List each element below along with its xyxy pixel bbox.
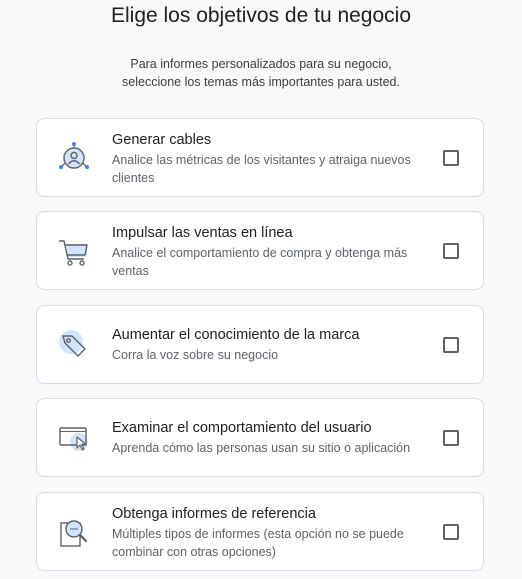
objective-card-generate-leads[interactable]: Generar cables Analice las métricas de l… (36, 118, 484, 197)
objective-checkbox[interactable] (443, 336, 459, 353)
objective-checkbox[interactable] (443, 149, 459, 166)
card-title: Aumentar el conocimiento de la marca (112, 327, 360, 343)
objective-checkbox[interactable] (443, 242, 459, 259)
objective-card-baseline-reports[interactable]: Obtenga informes de referencia Múltiples… (36, 492, 484, 571)
card-description-line-2: clientes (112, 171, 155, 185)
objective-card-user-behavior[interactable]: Examinar el comportamiento del usuario A… (36, 398, 484, 477)
card-description-line-1: Múltiples tipos de informes (esta opción… (112, 527, 404, 541)
screen-cursor-icon (57, 421, 91, 455)
card-description: Analice el comportamiento de compra y ob… (112, 244, 432, 280)
card-description-line-1: Corra la voz sobre su negocio (112, 348, 279, 362)
subtitle-line-1: Para informes personalizados para su neg… (130, 57, 392, 71)
card-title: Impulsar las ventas en línea (112, 225, 293, 241)
card-text: Generar cables Analice las métricas de l… (112, 130, 432, 187)
card-description: Múltiples tipos de informes (esta opción… (112, 525, 432, 561)
card-text: Aumentar el conocimiento de la marca Cor… (112, 325, 432, 364)
card-description: Corra la voz sobre su negocio (112, 346, 432, 364)
card-description-line-1: Analice el comportamiento de compra y ob… (112, 246, 408, 260)
card-description-line-2: ventas (112, 264, 149, 278)
card-text: Impulsar las ventas en línea Analice el … (112, 223, 432, 280)
card-title: Generar cables (112, 132, 212, 148)
shopping-cart-icon (57, 234, 91, 268)
subtitle-line-2: seleccione los temas más importantes par… (122, 75, 400, 89)
card-title: Obtenga informes de referencia (112, 506, 316, 522)
card-text: Obtenga informes de referencia Múltiples… (112, 504, 432, 561)
page-title: Elige los objetivos de tu negocio (110, 4, 412, 27)
card-text: Examinar el comportamiento del usuario A… (112, 418, 432, 457)
report-magnifier-icon (57, 515, 91, 549)
card-description: Analice las métricas de los visitantes y… (112, 151, 432, 187)
page-subtitle: Para informes personalizados para su neg… (60, 55, 462, 91)
card-description: Aprenda cómo las personas usan su sitio … (112, 439, 432, 457)
card-description-line-2: combinar con otras opciones) (112, 545, 276, 559)
objective-checkbox[interactable] (443, 523, 459, 540)
card-title: Examinar el comportamiento del usuario (112, 420, 372, 436)
objective-card-brand-awareness[interactable]: Aumentar el conocimiento de la marca Cor… (36, 305, 484, 384)
card-description-line-1: Aprenda cómo las personas usan su sitio … (112, 441, 411, 455)
objective-checkbox[interactable] (443, 429, 459, 446)
leads-icon (57, 141, 91, 175)
tag-icon (57, 328, 91, 362)
card-description-line-1: Analice las métricas de los visitantes y… (112, 153, 411, 167)
objective-card-online-sales[interactable]: Impulsar las ventas en línea Analice el … (36, 211, 484, 290)
